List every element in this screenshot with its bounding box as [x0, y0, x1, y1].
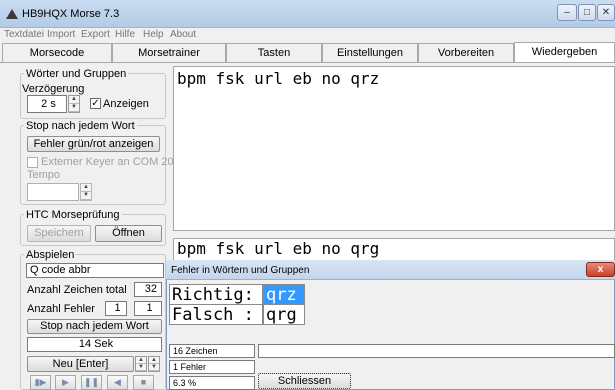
delay-stepper[interactable]: ▲ ▼ [68, 95, 80, 113]
correct-value[interactable]: qrz [263, 284, 305, 305]
window-close-button[interactable]: ✕ [597, 4, 615, 21]
tab-einstellungen[interactable]: Einstellungen [322, 43, 418, 62]
menu-import[interactable]: Import [47, 28, 75, 41]
tab-wiedergeben[interactable]: Wiedergeben [514, 42, 615, 63]
sent-text-area[interactable]: bpm fsk url eb no qrz [173, 66, 615, 231]
received-text-area[interactable]: bpm fsk url eb no qrg [173, 238, 615, 262]
save-button[interactable]: Speichern [27, 225, 91, 242]
mode-select[interactable]: Q code abbr [26, 263, 164, 278]
maximize-button[interactable]: □ [578, 4, 596, 21]
menu-hilfe[interactable]: Hilfe [115, 28, 135, 41]
app-icon [6, 9, 18, 19]
dialog-close-button[interactable]: x [586, 262, 615, 277]
spin-down-icon[interactable]: ▼ [136, 364, 146, 371]
errors-value-b: 1 [134, 301, 162, 316]
tempo-label: Tempo [27, 169, 61, 181]
menu-textdatei[interactable]: Textdatei [4, 28, 44, 41]
tab-vorbereiten[interactable]: Vorbereiten [418, 43, 514, 62]
wrong-value[interactable]: qrg [263, 304, 305, 325]
spin-up-icon[interactable]: ▲ [136, 357, 146, 364]
stop-icon[interactable]: ■ [133, 375, 154, 390]
group-stop-label: Stop nach jedem Wort [24, 120, 137, 132]
show-errors-button[interactable]: Fehler grün/rot anzeigen [27, 136, 160, 152]
window-title: HB9HQX Morse 7.3 [22, 8, 120, 20]
dialog-info-field [258, 344, 615, 358]
ext-keyer-label: Externer Keyer an COM 20 [41, 156, 174, 168]
spin-up-icon[interactable]: ▲ [69, 96, 79, 104]
errors-value-a: 1 [105, 301, 127, 316]
menu-export[interactable]: Export [81, 28, 110, 41]
spin-down-icon[interactable]: ▼ [149, 364, 159, 371]
back-icon[interactable]: ◀ [107, 375, 128, 390]
char-count-field: 16 Zeichen [169, 344, 255, 358]
ext-keyer-checkbox[interactable] [27, 157, 38, 168]
tab-morsecode[interactable]: Morsecode [2, 43, 112, 62]
chars-total-value: 32 [134, 282, 162, 297]
show-checkbox[interactable]: ✓ [90, 98, 101, 109]
tempo-input[interactable] [27, 183, 79, 201]
spin-down-icon[interactable]: ▼ [81, 192, 91, 200]
close-dialog-button[interactable]: Schliessen [258, 373, 351, 389]
chars-total-label: Anzahl Zeichen total [27, 284, 127, 296]
time-display: 14 Sek [27, 337, 162, 352]
group-htc-label: HTC Morseprüfung [24, 209, 122, 221]
tab-divider [0, 62, 615, 63]
menu-help[interactable]: Help [143, 28, 164, 41]
error-percent-field: 6.3 % [169, 376, 255, 390]
delay-label: Verzögerung [22, 83, 85, 95]
group-playback-label: Abspielen [24, 249, 77, 261]
group-words-label: Wörter und Gruppen [24, 68, 129, 80]
menu-about[interactable]: About [170, 28, 196, 41]
play-icon[interactable]: ▶ [55, 375, 76, 390]
dialog-title: Fehler in Wörtern und Gruppen [171, 265, 310, 276]
open-button[interactable]: Öffnen [95, 225, 162, 242]
tab-morsetrainer[interactable]: Morsetrainer [112, 43, 226, 62]
speed-stepper[interactable]: ▲ ▼ [135, 356, 147, 372]
tempo-stepper[interactable]: ▲ ▼ [80, 183, 92, 201]
pause-icon[interactable]: ❚❚ [81, 375, 102, 390]
error-count-field: 1 Fehler [169, 360, 255, 374]
minimize-button[interactable]: – [557, 4, 577, 21]
delay-input[interactable]: 2 s [27, 95, 67, 113]
wrong-label: Falsch : [169, 304, 263, 325]
stop-each-word-button[interactable]: Stop nach jedem Wort [27, 319, 162, 334]
errors-count-label: Anzahl Fehler [27, 303, 95, 315]
spin-up-icon[interactable]: ▲ [149, 357, 159, 364]
spin-up-icon[interactable]: ▲ [81, 184, 91, 192]
tab-tasten[interactable]: Tasten [226, 43, 322, 62]
correct-label: Richtig: [169, 284, 263, 305]
volume-stepper[interactable]: ▲ ▼ [148, 356, 160, 372]
show-label: Anzeigen [103, 98, 149, 110]
new-button[interactable]: Neu [Enter] [27, 356, 134, 372]
spin-down-icon[interactable]: ▼ [69, 104, 79, 112]
rewind-play-icon[interactable]: ▮▶ [30, 375, 51, 390]
